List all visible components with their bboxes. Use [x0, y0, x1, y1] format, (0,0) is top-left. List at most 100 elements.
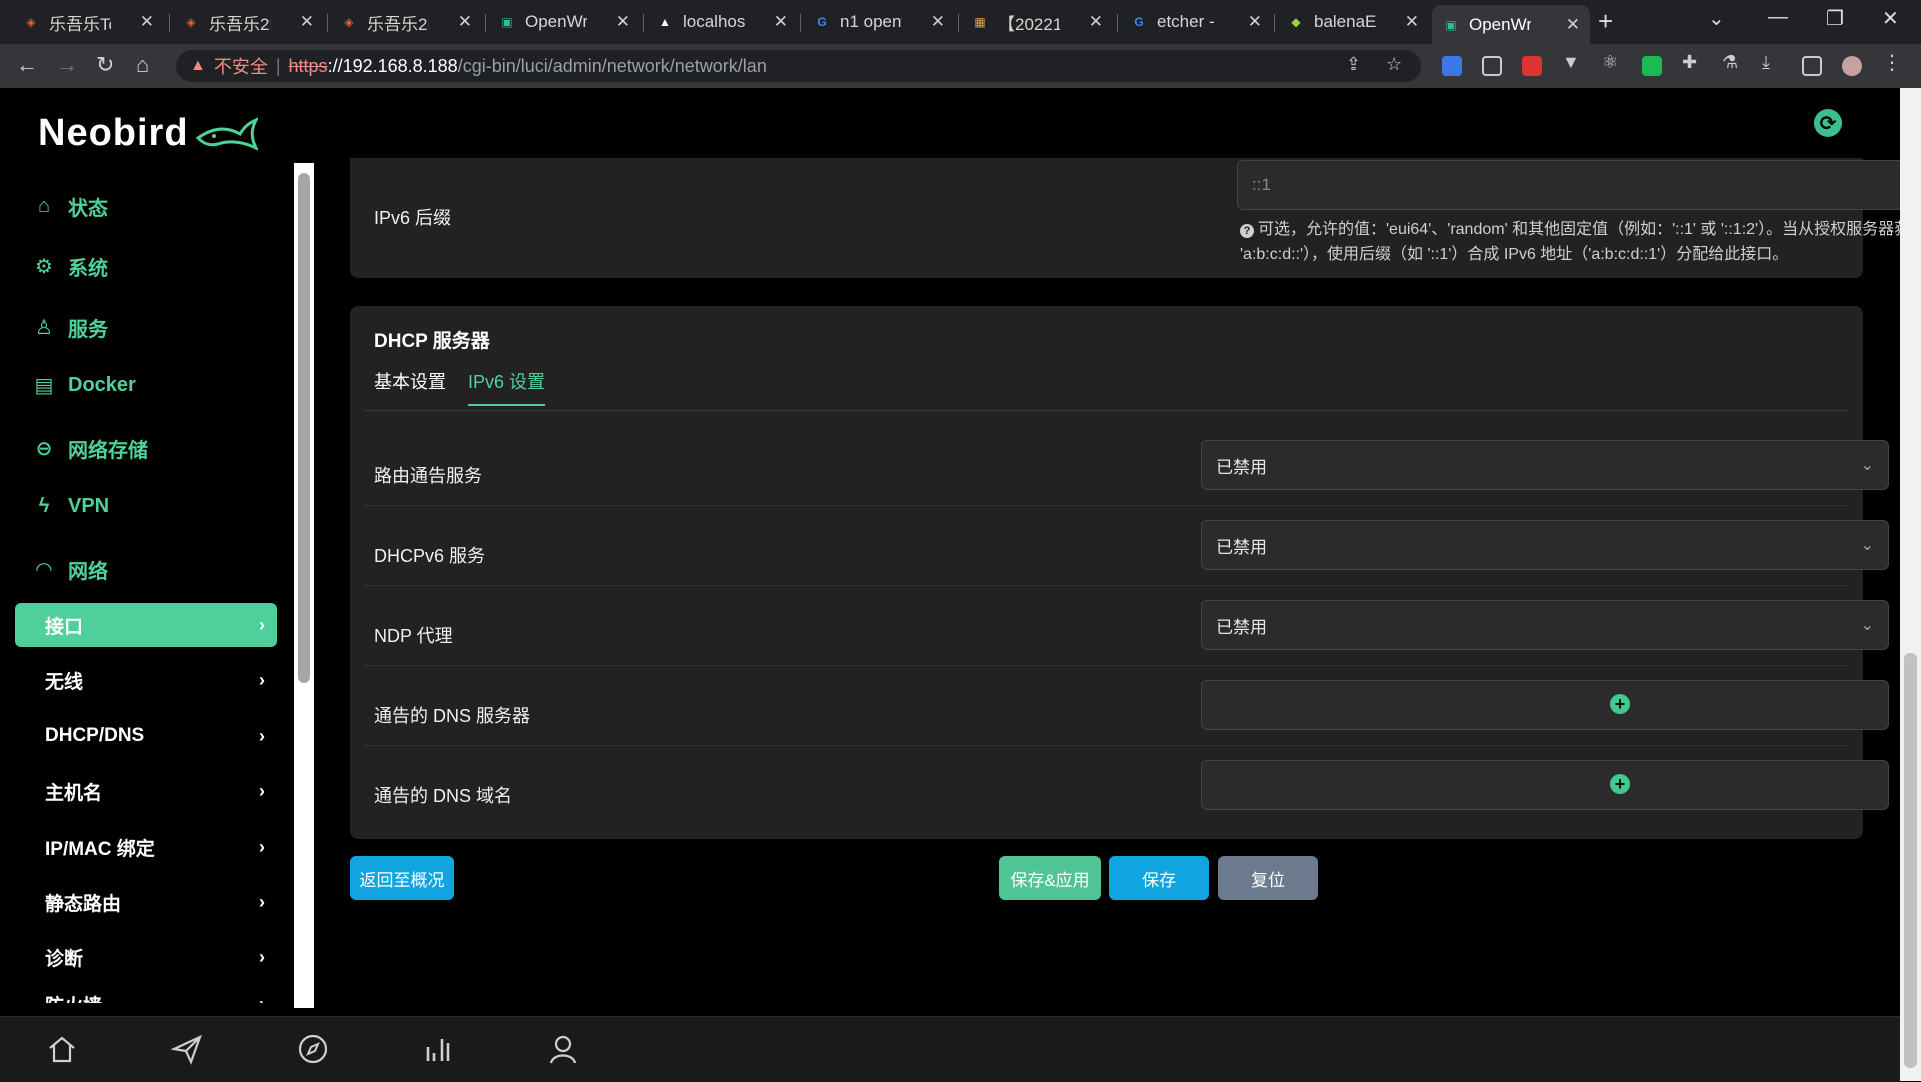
sidebar-item-system[interactable]: ⚙ 系统 — [32, 252, 108, 281]
new-tab-button[interactable]: + — [1598, 6, 1613, 37]
sidebar-item-services[interactable]: ♙ 服务 — [32, 313, 108, 342]
tab-close-icon[interactable]: ✕ — [458, 12, 472, 32]
tab-favicon-icon: ▲ — [659, 15, 671, 29]
send-icon[interactable] — [169, 1031, 205, 1067]
dhcpv6-service-select[interactable]: 已禁用 ⌄ — [1201, 520, 1889, 570]
chevron-right-icon: › — [259, 725, 265, 746]
sidebar-item-nas[interactable]: ⊖ 网络存储 — [32, 434, 148, 463]
sidebar-item-network[interactable]: ◠ 网络 — [32, 555, 108, 584]
dhcp-section-title: DHCP 服务器 — [374, 331, 490, 352]
user-profile-icon[interactable] — [545, 1031, 581, 1067]
gear-icon: ⚙ — [35, 256, 53, 278]
sidebar-scrollbar-thumb[interactable] — [298, 173, 310, 683]
sidebar-sub-interfaces[interactable]: 接口 › — [15, 603, 277, 647]
profile-avatar[interactable] — [1842, 56, 1862, 76]
chevron-down-icon: ⌄ — [1860, 537, 1874, 554]
maximize-button[interactable]: ❐ — [1826, 6, 1844, 31]
tab-close-icon[interactable]: ✕ — [300, 12, 314, 32]
bar-chart-icon[interactable] — [420, 1031, 456, 1067]
tab-close-icon[interactable]: ✕ — [1405, 12, 1419, 32]
sidebar-item-vpn[interactable]: ϟ VPN — [32, 494, 109, 518]
save-button[interactable]: 保存 — [1109, 856, 1209, 900]
chevron-right-icon: › — [259, 836, 265, 857]
forward-arrow-icon[interactable]: → — [56, 52, 78, 78]
menu-kebab-icon[interactable]: ⋮ — [1882, 50, 1902, 74]
tab-close-icon[interactable]: ✕ — [1566, 15, 1580, 35]
dhcpv6-service-label: DHCPv6 服务 — [374, 546, 486, 566]
side-panel-icon[interactable] — [1802, 56, 1822, 76]
tab-close-icon[interactable]: ✕ — [140, 12, 154, 32]
tab-basic-settings[interactable]: 基本设置 — [374, 368, 446, 394]
close-window-button[interactable]: ✕ — [1882, 6, 1899, 31]
back-to-overview-button[interactable]: 返回至概况 — [350, 856, 454, 900]
browser-tab[interactable]: ▣ OpenWrt - ✕ — [488, 5, 640, 39]
browser-tab[interactable]: ◈ 乐吾乐2D可 ✕ — [172, 5, 324, 39]
refresh-status-icon[interactable]: ⟳ — [1814, 109, 1842, 137]
tab-favicon-icon: ◈ — [344, 15, 354, 29]
sidebar-sub-static-routes[interactable]: 静态路由 › — [15, 880, 277, 924]
browser-tab[interactable]: Gn1 openwr ✕ — [803, 5, 955, 39]
red-extension-icon[interactable] — [1522, 56, 1542, 76]
sidebar-item-status[interactable]: ⌂ 状态 — [32, 192, 108, 221]
browser-toolbar: ← → ↻ ⌂ ▲ 不安全 | https://192.168.8.188/cg… — [0, 44, 1921, 88]
sidebar-sub-diagnostics[interactable]: 诊断 › — [15, 935, 277, 979]
reload-icon[interactable]: ↻ — [96, 52, 114, 78]
browser-tab[interactable]: ▣ OpenWrt - ✕ — [1432, 5, 1590, 44]
ndp-proxy-select[interactable]: 已禁用 ⌄ — [1201, 600, 1889, 650]
browser-tab[interactable]: ▦ 【2022103 ✕ — [961, 5, 1113, 39]
compass-icon[interactable] — [295, 1031, 331, 1067]
tab-search-icon[interactable]: ⌄ — [1708, 6, 1725, 31]
tab-close-icon[interactable]: ✕ — [1089, 12, 1103, 32]
announced-dns-servers-input[interactable] — [1201, 680, 1889, 730]
puzzle-extensions-icon[interactable]: ✚ — [1682, 52, 1702, 72]
announced-dns-domains-input[interactable] — [1201, 760, 1889, 810]
tab-ipv6-settings[interactable]: IPv6 设置 — [468, 368, 546, 406]
tab-close-icon[interactable]: ✕ — [931, 12, 945, 32]
brand-logo[interactable]: Neobird — [38, 112, 189, 155]
download-icon[interactable]: ⤓ — [1762, 52, 1782, 72]
home-icon[interactable] — [44, 1031, 80, 1067]
browser-tab[interactable]: ▲ localhost:3 ✕ — [646, 5, 798, 39]
ndp-proxy-label: NDP 代理 — [374, 626, 453, 646]
sidebar-sub-wireless[interactable]: 无线 › — [15, 658, 277, 702]
window-extension-icon[interactable] — [1482, 56, 1502, 76]
share-icon[interactable]: ⇪ — [1346, 54, 1361, 75]
tab-close-icon[interactable]: ✕ — [774, 12, 788, 32]
translate-extension-icon[interactable] — [1442, 56, 1462, 76]
labs-flask-icon[interactable]: ⚗ — [1722, 52, 1742, 72]
minimize-button[interactable]: — — [1768, 6, 1788, 29]
save-apply-button[interactable]: 保存&应用 — [999, 856, 1101, 900]
announced-dns-servers-label: 通告的 DNS 服务器 — [374, 706, 531, 726]
browser-tab[interactable]: Getcher - Go ✕ — [1120, 5, 1272, 39]
browser-tab[interactable]: ◆ balenaEtch ✕ — [1277, 5, 1429, 39]
vue-extension-icon[interactable]: ▼ — [1562, 52, 1582, 72]
tab-title: n1 openwr — [840, 12, 902, 31]
ipv6-suffix-label: IPv6 后缀 — [374, 208, 452, 228]
page-scrollbar[interactable] — [1900, 88, 1921, 1081]
tab-title: OpenWrt - — [1469, 14, 1531, 34]
sidebar-sub-dhcp-dns[interactable]: DHCP/DNS › — [15, 714, 277, 758]
warning-icon: ▲ — [190, 57, 206, 74]
sidebar-sub-ipmac-binding[interactable]: IP/MAC 绑定 › — [15, 825, 277, 869]
ra-service-select[interactable]: 已禁用 ⌄ — [1201, 440, 1889, 490]
sidebar-sub-firewall[interactable]: 防火墙› — [15, 982, 277, 1004]
tab-title: balenaEtch — [1314, 12, 1376, 31]
ipv6-suffix-input[interactable]: ::1 — [1237, 160, 1921, 210]
green-extension-icon[interactable] — [1642, 56, 1662, 76]
browser-tab[interactable]: ◈ 乐吾乐Topo ✕ — [12, 5, 164, 39]
tab-title: OpenWrt - — [525, 12, 587, 31]
back-arrow-icon[interactable]: ← — [16, 52, 38, 78]
bookmark-star-icon[interactable]: ☆ — [1386, 54, 1402, 75]
home-icon[interactable]: ⌂ — [136, 52, 149, 78]
tab-close-icon[interactable]: ✕ — [616, 12, 630, 32]
sidebar-item-docker[interactable]: ▤ Docker — [32, 373, 136, 397]
add-dns-domain-button[interactable]: + — [1610, 774, 1630, 794]
page-scrollbar-thumb[interactable] — [1904, 653, 1917, 1068]
add-dns-server-button[interactable]: + — [1610, 694, 1630, 714]
address-bar[interactable]: ▲ 不安全 | https://192.168.8.188/cgi-bin/lu… — [176, 50, 1421, 82]
reset-button[interactable]: 复位 — [1218, 856, 1318, 900]
react-extension-icon[interactable]: ⚛ — [1602, 52, 1622, 72]
browser-tab[interactable]: ◈ 乐吾乐2D可 ✕ — [330, 5, 482, 39]
tab-close-icon[interactable]: ✕ — [1248, 12, 1262, 32]
sidebar-sub-hostnames[interactable]: 主机名 › — [15, 769, 277, 813]
